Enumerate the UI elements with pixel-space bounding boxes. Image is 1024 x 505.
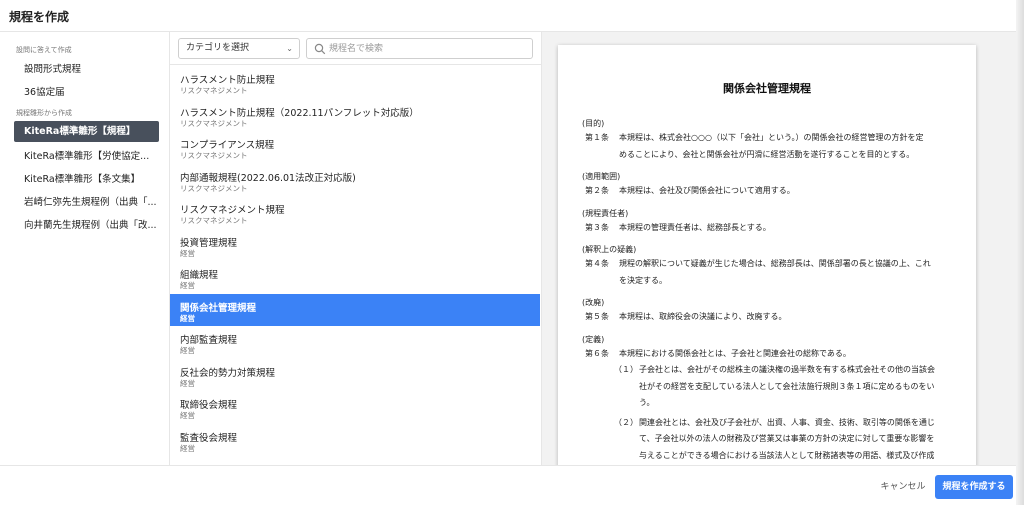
- sidebar-item-kitera-labor-agreement[interactable]: KiteRa標準雛形【労使協定...: [14, 146, 159, 167]
- regulation-name: 反社会的勢力対策規程: [180, 367, 276, 379]
- list-item[interactable]: リスクマネジメント規程 リスクマネジメント: [170, 196, 540, 228]
- source-sidebar: 設問に答えて作成 設問形式規程 36協定届 規程雛形から作成 KiteRa標準雛…: [0, 32, 170, 465]
- regulation-category: リスクマネジメント: [180, 183, 248, 193]
- section-label-questions: 設問に答えて作成: [16, 46, 72, 54]
- window-edge: [1016, 0, 1024, 505]
- article-number: 第５条: [585, 312, 609, 321]
- create-regulation-button[interactable]: 規程を作成する: [935, 475, 1013, 499]
- list-item[interactable]: 内部監査規程 経営: [170, 326, 540, 358]
- regulation-name: リスクマネジメント規程: [180, 205, 285, 216]
- article-number: 第３条: [585, 222, 609, 232]
- sidebar-item-36-agreement[interactable]: 36協定届: [14, 82, 159, 103]
- regulation-list: ハラスメント防止規程 リスクマネジメント ハラスメント防止規程（2022.11パンフ…: [170, 66, 540, 465]
- list-item[interactable]: 反社会的勢力対策規程 経営: [170, 359, 540, 391]
- list-item[interactable]: 内部通報規程(2022.06.01法改正対応版) リスクマネジメント: [170, 164, 540, 196]
- item-text: 子会社とは、会社がその総株主の議決権の過半数を有する株式会社その他の当該会: [639, 365, 935, 374]
- item-text: う。: [639, 398, 655, 407]
- sidebar-item-kitera-clauses[interactable]: KiteRa標準雛形【条文集】: [14, 169, 159, 190]
- article-text: 本規程は、取締役会の決議により、改廃する。: [619, 312, 787, 321]
- article-text: 本規程の管理責任者は、総務部長とする。: [619, 222, 771, 232]
- dialog-footer: キャンセル 規程を作成する: [0, 465, 1024, 505]
- item-number: （１）: [614, 365, 638, 374]
- article-text: 本規程は、株式会社○○○（以下「会社」という。）の関係会社の経営管理の方針を定: [619, 133, 924, 142]
- preview-pane[interactable]: 関係会社管理規程 (目的) 第１条 本規程は、株式会社○○○（以下「会社」という。）…: [542, 32, 1016, 465]
- article-number: 第４条: [585, 259, 609, 268]
- regulation-list-panel: カテゴリを選択 ⌄ ハラスメント防止規程リスクマネジメントハラスメント防止規程（…: [170, 32, 542, 465]
- list-item[interactable]: コンプライアンス規程 リスクマネジメント: [170, 131, 540, 163]
- section-heading: (解釈上の疑義): [582, 245, 637, 254]
- article-text: 規程の解釈について疑義が生じた場合は、総務部長は、関係部署の長と協議の上、これ: [619, 259, 931, 268]
- item-number: （２）: [614, 417, 638, 427]
- list-toolbar: カテゴリを選択 ⌄: [170, 32, 542, 65]
- search-icon: [314, 43, 326, 55]
- item-text: 与えることができる場合における当該法人として財務諸表等の用語、様式及び作成: [639, 450, 935, 460]
- regulation-category: 経営: [180, 346, 195, 355]
- regulation-name: 組織規程: [180, 270, 219, 281]
- regulation-name: 内部通報規程(2022.06.01法改正対応版): [180, 172, 356, 184]
- dialog-header: 規程を作成: [0, 0, 1024, 32]
- create-regulation-dialog: 規程を作成 設問に答えて作成 設問形式規程 36協定届 規程雛形から作成 Kit…: [0, 0, 1024, 505]
- category-select-label: カテゴリを選択: [186, 43, 250, 53]
- document-title: 関係会社管理規程: [723, 82, 811, 95]
- regulation-category: 経営: [180, 378, 195, 388]
- regulation-category: 経営: [180, 443, 195, 453]
- section-heading: (定義): [582, 334, 605, 344]
- regulation-name: 関係会社管理規程: [180, 302, 257, 314]
- article-number: 第１条: [585, 133, 609, 142]
- chevron-down-icon: ⌄: [286, 44, 293, 53]
- list-item[interactable]: ハラスメント防止規程 リスクマネジメント: [170, 66, 540, 98]
- regulation-category: リスクマネジメント: [180, 118, 248, 128]
- list-item[interactable]: 監査役会規程 経営: [170, 424, 540, 456]
- regulation-category: リスクマネジメント: [180, 86, 248, 95]
- list-item[interactable]: 組織規程 経営: [170, 261, 540, 293]
- list-item[interactable]: 取締役会規程 経営: [170, 391, 540, 423]
- article-text: を決定する。: [619, 275, 667, 285]
- article-text: 本規程における関係会社とは、子会社と関連会社の総称である。: [619, 348, 851, 358]
- article-number: 第２条: [585, 186, 609, 195]
- cancel-button[interactable]: キャンセル: [872, 477, 934, 497]
- regulation-category: 経営: [180, 248, 195, 258]
- regulation-name: 取締役会規程: [180, 400, 238, 411]
- item-text: 社がその経営を支配している法人として会社法施行規則３条１項に定めるものをい: [639, 381, 935, 391]
- regulation-name: ハラスメント防止規程: [180, 75, 275, 86]
- category-select[interactable]: カテゴリを選択 ⌄: [178, 38, 300, 59]
- section-label-templates: 規程雛形から作成: [16, 109, 72, 117]
- regulation-category: リスクマネジメント: [180, 216, 248, 225]
- regulation-category: 経営: [180, 313, 195, 323]
- regulation-name: ハラスメント防止規程（2022.11パンフレット対応版）: [180, 107, 419, 119]
- section-heading: (改廃): [582, 298, 605, 307]
- list-item[interactable]: 関係会社管理規程 経営: [170, 293, 540, 326]
- regulation-name: コンプライアンス規程: [180, 140, 275, 151]
- regulation-name: 投資管理規程: [180, 237, 238, 249]
- search-input[interactable]: [329, 41, 527, 56]
- section-heading: (適用範囲): [582, 172, 621, 181]
- regulation-category: リスクマネジメント: [180, 151, 248, 160]
- item-text: 関連会社とは、会社及び子会社が、出資、人事、資金、技術、取引等の関係を通じ: [639, 417, 935, 427]
- sidebar-item-mukai-examples[interactable]: 向井蘭先生規程例（出典「改...: [14, 215, 159, 236]
- item-text: て、子会社以外の法人の財務及び営業又は事業の方針の決定に対して重要な影響を: [639, 434, 935, 443]
- regulation-name: 監査役会規程: [180, 432, 238, 444]
- regulation-category: 経営: [180, 411, 195, 420]
- section-heading: (規程責任者): [582, 208, 629, 218]
- dialog-title: 規程を作成: [9, 10, 70, 24]
- regulation-name: 内部監査規程: [180, 335, 238, 346]
- article-text: めることにより、会社と関係会社が円滑に経営活動を遂行することを目的とする。: [619, 149, 915, 159]
- list-item[interactable]: 投資管理規程 経営: [170, 229, 540, 261]
- sidebar-item-iwasaki-examples[interactable]: 岩崎仁弥先生規程例（出典「...: [14, 192, 159, 213]
- sidebar-item-question-format[interactable]: 設問形式規程: [14, 59, 159, 80]
- article-number: 第６条: [585, 348, 609, 358]
- regulation-category: 経営: [180, 281, 195, 290]
- list-item[interactable]: ハラスメント防止規程（2022.11パンフレット対応版） リスクマネジメント: [170, 99, 540, 131]
- section-heading: (目的): [582, 119, 605, 128]
- document-preview: 関係会社管理規程 (目的) 第１条 本規程は、株式会社○○○（以下「会社」という。）…: [558, 45, 976, 465]
- article-text: 本規程は、会社及び関係会社について適用する。: [619, 186, 795, 195]
- sidebar-item-kitera-standard-rules[interactable]: KiteRa標準雛形【規程】: [14, 121, 159, 142]
- search-box[interactable]: [306, 38, 533, 59]
